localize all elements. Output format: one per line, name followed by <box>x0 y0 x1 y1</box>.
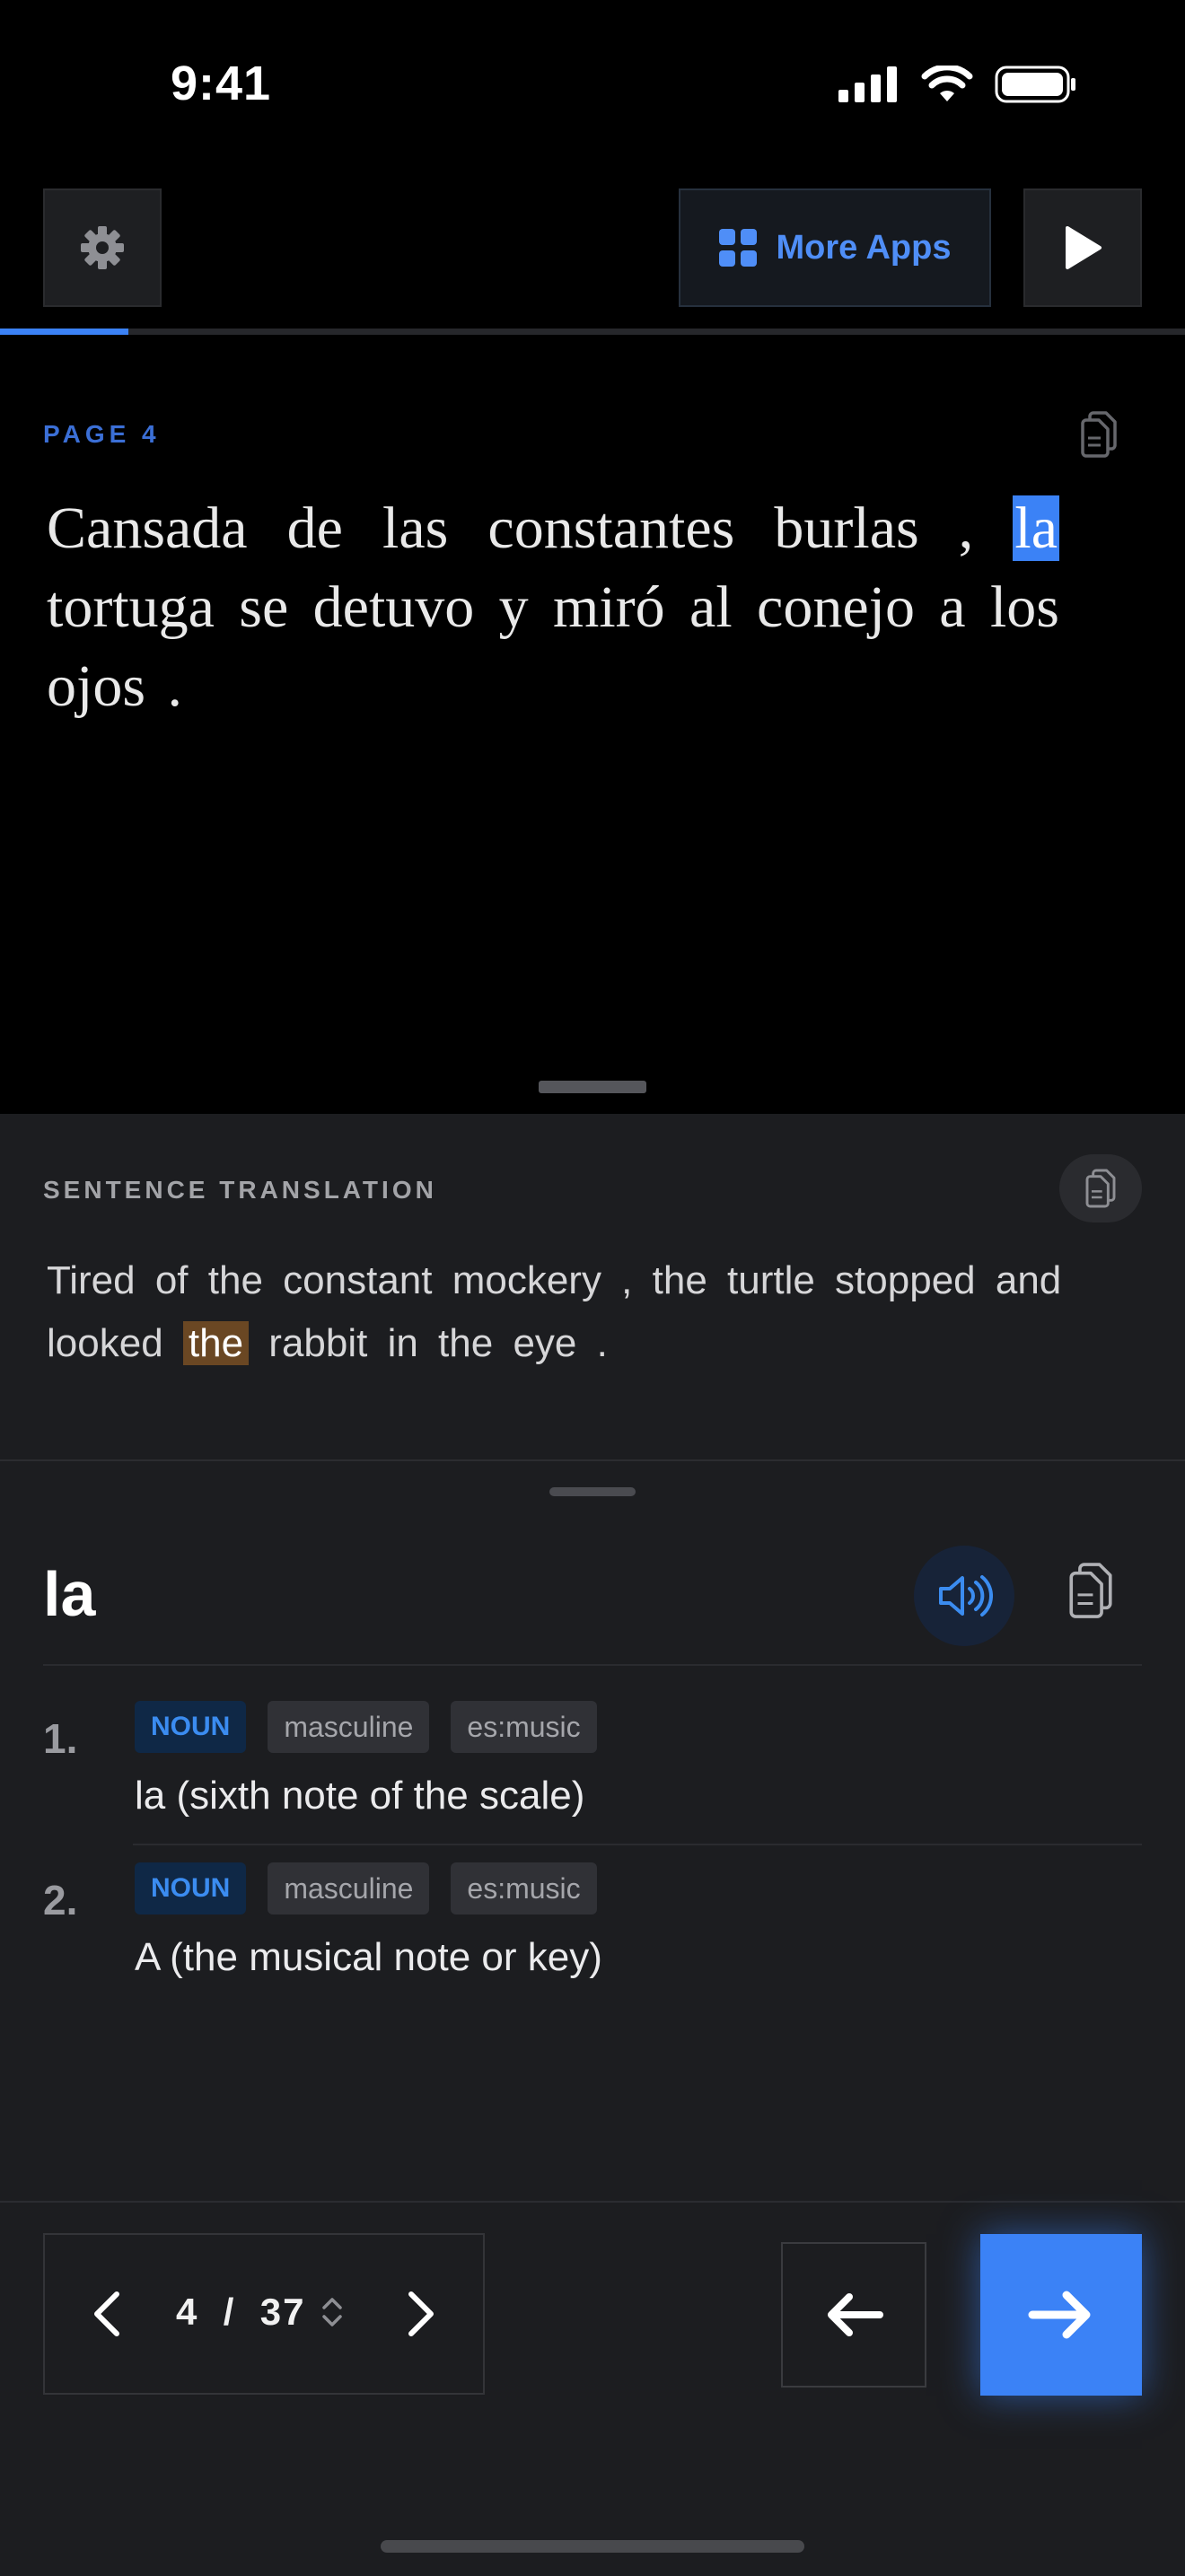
chevron-right-icon <box>408 2291 434 2336</box>
translation-text-after: rabbit in the eye . <box>249 1321 608 1365</box>
more-apps-button[interactable]: More Apps <box>679 188 991 307</box>
wifi-icon <box>921 66 973 101</box>
translation-title: SENTENCE TRANSLATION <box>43 1176 437 1204</box>
dictionary-word: la <box>43 1559 96 1629</box>
gender-tag: masculine <box>268 1701 430 1753</box>
definition-tags: NOUN masculine es:music <box>135 1701 597 1753</box>
page-indicator[interactable]: 4 / 37 <box>176 2291 305 2334</box>
copy-icon <box>1081 411 1117 458</box>
page-dropdown-button[interactable] <box>320 2294 345 2335</box>
copy-definition-button[interactable] <box>1065 1562 1117 1624</box>
more-apps-label: More Apps <box>776 228 952 267</box>
gender-tag: masculine <box>268 1862 430 1914</box>
home-indicator[interactable] <box>381 2540 804 2553</box>
reading-sentence[interactable]: Cansada de las constantes burlas , la to… <box>47 489 1059 726</box>
arrow-right-icon <box>1028 2291 1091 2339</box>
panel-drag-handle[interactable] <box>539 1081 646 1093</box>
gear-icon <box>81 226 124 269</box>
battery-icon <box>995 66 1075 103</box>
arrow-left-icon <box>828 2293 883 2336</box>
chevron-up-down-icon <box>322 2298 342 2326</box>
domain-tag: es:music <box>451 1701 597 1753</box>
reading-text-after: tortuga se detuvo y miró al conejo a los… <box>47 574 1059 719</box>
word-divider <box>43 1664 1142 1666</box>
definition-number: 2. <box>43 1877 78 1923</box>
reading-progress-track <box>0 329 1185 335</box>
page-separator: / <box>223 2291 236 2333</box>
play-icon <box>1066 226 1102 269</box>
definition-text: A (the musical note or key) <box>135 1935 602 1979</box>
selected-word[interactable]: la <box>1013 495 1059 561</box>
definition-number: 1. <box>43 1715 78 1762</box>
status-time: 9:41 <box>171 57 272 110</box>
copy-icon <box>1085 1169 1116 1208</box>
previous-page-button[interactable] <box>90 2291 126 2342</box>
speaker-icon <box>939 1575 993 1617</box>
pos-tag: NOUN <box>135 1862 247 1914</box>
definition-text: la (sixth note of the scale) <box>135 1774 585 1818</box>
total-pages: 37 <box>259 2291 306 2333</box>
copy-translation-button[interactable] <box>1059 1154 1142 1222</box>
reading-progress-fill <box>0 329 128 335</box>
translation-highlight: the <box>182 1321 250 1365</box>
current-page: 4 <box>176 2291 199 2333</box>
chevron-left-icon <box>94 2291 119 2336</box>
definition-tags: NOUN masculine es:music <box>135 1862 597 1914</box>
cellular-signal-icon <box>838 66 897 102</box>
definition-divider <box>133 1844 1142 1845</box>
previous-sentence-button[interactable] <box>781 2242 926 2388</box>
status-icons <box>838 65 1077 104</box>
domain-tag: es:music <box>451 1862 597 1914</box>
pronounce-button[interactable] <box>914 1546 1014 1646</box>
copy-icon <box>1069 1563 1112 1618</box>
reading-text-before: Cansada de las constantes burlas , <box>47 495 1014 561</box>
dictionary-drag-handle[interactable] <box>549 1487 636 1496</box>
translation-text: Tired of the constant mockery , the turt… <box>47 1249 1079 1375</box>
pos-tag: NOUN <box>135 1701 247 1753</box>
grid-icon <box>718 229 757 267</box>
play-button[interactable] <box>1023 188 1142 307</box>
next-sentence-button[interactable] <box>980 2234 1142 2396</box>
next-page-button[interactable] <box>402 2291 438 2342</box>
copy-sentence-button[interactable] <box>1077 411 1120 462</box>
page-label: PAGE 4 <box>43 420 161 448</box>
settings-button[interactable] <box>43 188 162 307</box>
